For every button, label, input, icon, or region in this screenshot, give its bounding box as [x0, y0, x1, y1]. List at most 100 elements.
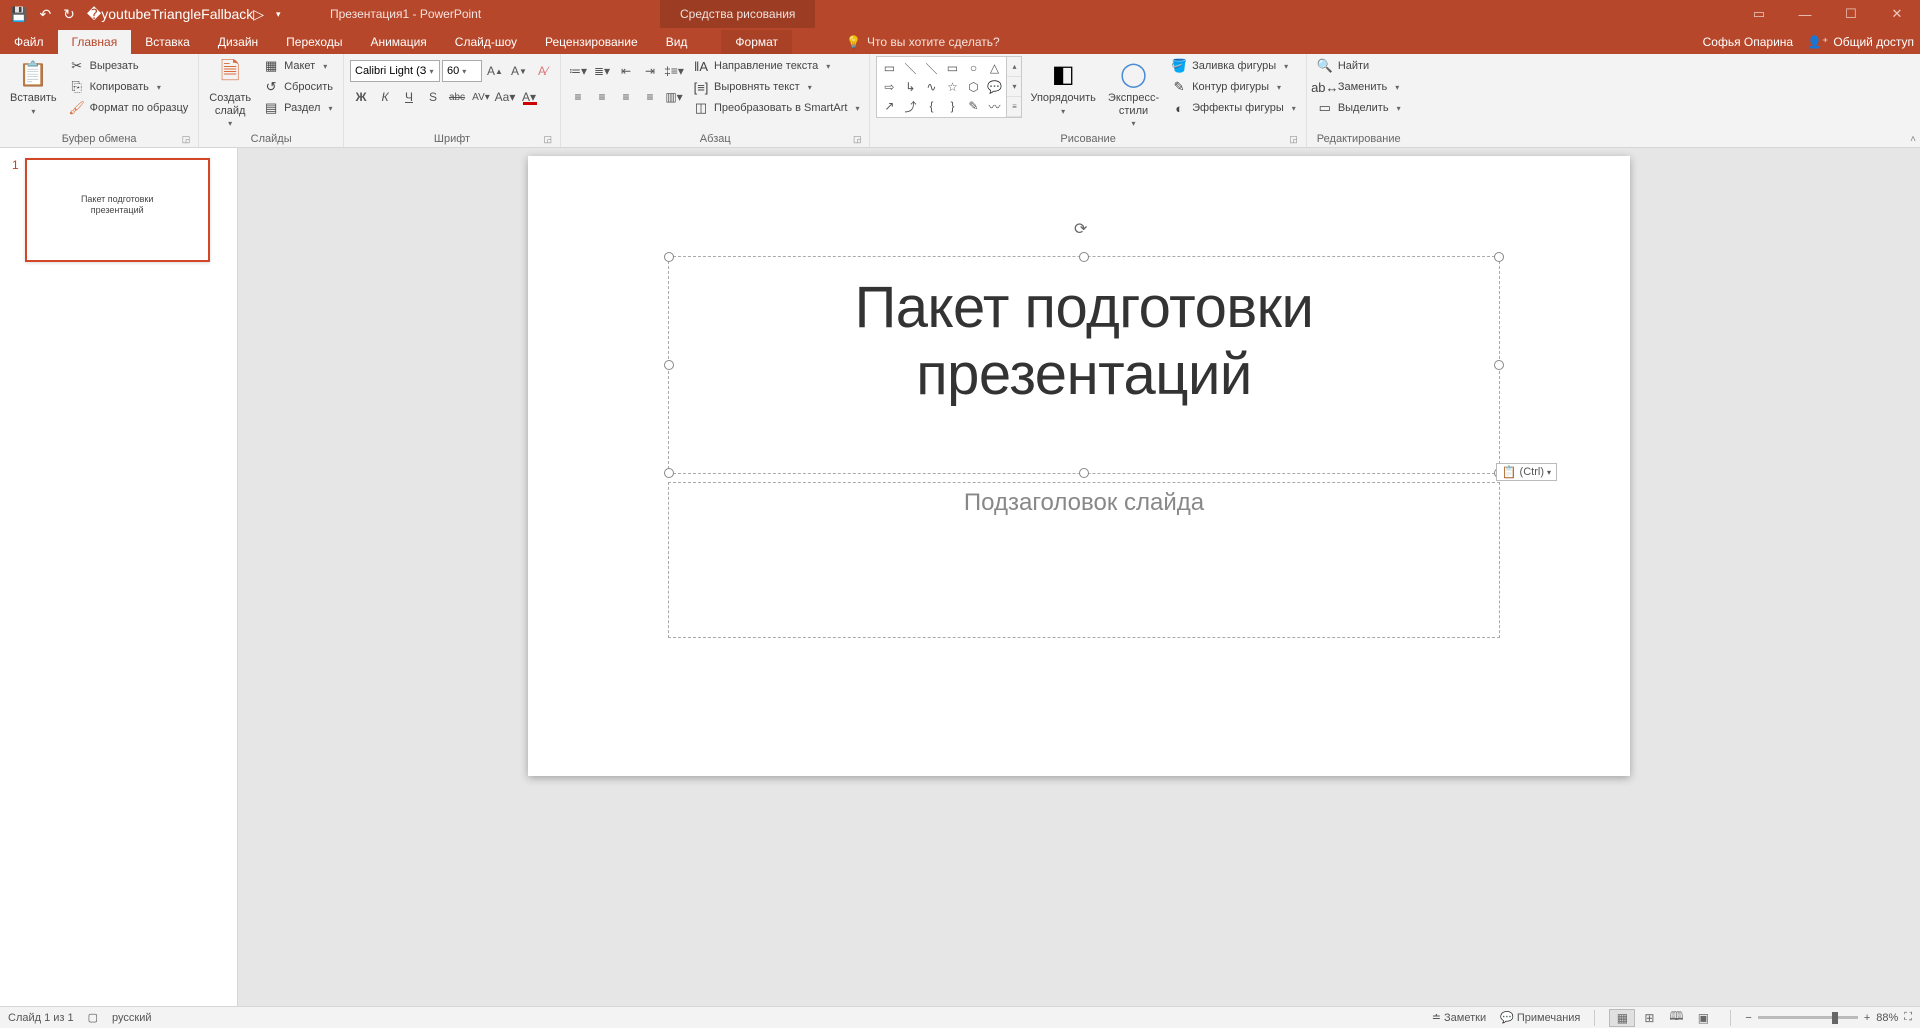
- drawing-launcher-icon[interactable]: ◲: [1289, 134, 1298, 145]
- underline-button[interactable]: Ч: [398, 86, 420, 108]
- minimize-icon[interactable]: —: [1782, 0, 1828, 28]
- shapes-gallery[interactable]: ▭＼＼▭○△ ⇨↳∿☆⬡💬 ↗⤴{}✎〰: [876, 56, 1007, 118]
- resize-handle[interactable]: [1079, 468, 1089, 478]
- rotate-handle-icon[interactable]: ⟳: [1074, 219, 1094, 239]
- gallery-up-icon[interactable]: ▴: [1007, 57, 1021, 77]
- subtitle-placeholder[interactable]: Подзаголовок слайда: [668, 482, 1500, 638]
- bullets-button[interactable]: ≔▾: [567, 60, 589, 82]
- zoom-in-button[interactable]: +: [1864, 1012, 1870, 1024]
- align-center-button[interactable]: ≡: [591, 86, 613, 108]
- resize-handle[interactable]: [1494, 360, 1504, 370]
- resize-handle[interactable]: [1494, 252, 1504, 262]
- shape-line-icon[interactable]: ＼: [900, 59, 920, 77]
- layout-button[interactable]: ▦Макет▾: [259, 56, 337, 76]
- arrange-button[interactable]: ◧ Упорядочить ▾: [1026, 56, 1099, 118]
- find-button[interactable]: 🔍Найти: [1313, 56, 1405, 76]
- italic-button[interactable]: К: [374, 86, 396, 108]
- format-painter-button[interactable]: 🖌Формат по образцу: [65, 98, 193, 118]
- font-name-combo[interactable]: Calibri Light (З▾: [350, 60, 440, 82]
- tab-format[interactable]: Формат: [721, 30, 792, 54]
- justify-button[interactable]: ≡: [639, 86, 661, 108]
- shape-textbox-icon[interactable]: ▭: [879, 59, 899, 77]
- shape-brace-r-icon[interactable]: }: [942, 97, 962, 115]
- tab-insert[interactable]: Вставка: [131, 30, 204, 54]
- section-button[interactable]: ▤Раздел▾: [259, 98, 337, 118]
- spellcheck-icon[interactable]: ▢: [88, 1011, 98, 1024]
- align-text-button[interactable]: [≡]Выровнять текст▾: [689, 77, 863, 97]
- share-button[interactable]: 👤⁺ Общий доступ: [1807, 35, 1914, 49]
- resize-handle[interactable]: [664, 252, 674, 262]
- paste-button[interactable]: 📋 Вставить ▾: [6, 56, 61, 118]
- zoom-out-button[interactable]: −: [1745, 1012, 1751, 1024]
- slideshow-view-icon[interactable]: ▣: [1690, 1009, 1716, 1027]
- zoom-slider[interactable]: [1758, 1016, 1858, 1019]
- bold-button[interactable]: Ж: [350, 86, 372, 108]
- shape-hex-icon[interactable]: ⬡: [963, 78, 983, 96]
- slide-subtitle-text[interactable]: Подзаголовок слайда: [669, 483, 1499, 517]
- title-placeholder[interactable]: ⟳ Пакет подготовки презентаций 📋 (Ctrl) …: [668, 256, 1500, 474]
- quick-styles-button[interactable]: ◯ Экспресс- стили ▾: [1104, 56, 1163, 130]
- tab-design[interactable]: Дизайн: [204, 30, 272, 54]
- shape-scribble-icon[interactable]: 〰: [984, 97, 1004, 115]
- align-left-button[interactable]: ≡: [567, 86, 589, 108]
- maximize-icon[interactable]: ☐: [1828, 0, 1874, 28]
- shape-connector2-icon[interactable]: ⤴: [900, 97, 920, 115]
- slide-thumbnail-1[interactable]: Пакет подготовки презентаций: [25, 158, 210, 262]
- zoom-percent[interactable]: 88%: [1876, 1012, 1898, 1024]
- resize-handle[interactable]: [664, 360, 674, 370]
- grow-font-button[interactable]: A▲: [484, 60, 506, 82]
- numbering-button[interactable]: ≣▾: [591, 60, 613, 82]
- cut-button[interactable]: ✂Вырезать: [65, 56, 193, 76]
- font-size-combo[interactable]: 60▾: [442, 60, 482, 82]
- shape-arrow-icon[interactable]: ⇨: [879, 78, 899, 96]
- slide-position[interactable]: Слайд 1 из 1: [8, 1012, 74, 1024]
- change-case-button[interactable]: Aa▾: [494, 86, 516, 108]
- gallery-more-icon[interactable]: ≡: [1007, 97, 1021, 117]
- replace-button[interactable]: ab↔Заменить▾: [1313, 77, 1405, 97]
- decrease-indent-button[interactable]: ⇤: [615, 60, 637, 82]
- fit-to-window-icon[interactable]: ⛶: [1904, 1011, 1912, 1024]
- shrink-font-button[interactable]: A▼: [508, 60, 530, 82]
- language-indicator[interactable]: русский: [112, 1012, 151, 1024]
- shape-elbow-icon[interactable]: ↳: [900, 78, 920, 96]
- align-right-button[interactable]: ≡: [615, 86, 637, 108]
- shape-callout-icon[interactable]: 💬: [984, 78, 1004, 96]
- shape-triangle-icon[interactable]: △: [984, 59, 1004, 77]
- notes-button[interactable]: ≐ Заметки: [1432, 1011, 1486, 1024]
- shape-curve-icon[interactable]: ∿: [921, 78, 941, 96]
- gallery-down-icon[interactable]: ▾: [1007, 77, 1021, 97]
- sorter-view-icon[interactable]: ⊞: [1636, 1009, 1662, 1027]
- reset-button[interactable]: ↺Сбросить: [259, 77, 337, 97]
- collapse-ribbon-icon[interactable]: ˄: [1910, 134, 1916, 145]
- tell-me-search[interactable]: 💡 Что вы хотите сделать?: [832, 30, 1014, 54]
- tab-home[interactable]: Главная: [58, 30, 132, 54]
- normal-view-icon[interactable]: ▦: [1609, 1009, 1635, 1027]
- tab-review[interactable]: Рецензирование: [531, 30, 652, 54]
- user-name[interactable]: Софья Опарина: [1703, 35, 1793, 49]
- line-spacing-button[interactable]: ‡≡▾: [663, 60, 685, 82]
- clipboard-launcher-icon[interactable]: ◲: [182, 134, 191, 145]
- redo-icon[interactable]: ↻: [63, 6, 75, 23]
- shape-effects-button[interactable]: ◐Эффекты фигуры▾: [1167, 98, 1300, 118]
- shape-rect-icon[interactable]: ▭: [942, 59, 962, 77]
- increase-indent-button[interactable]: ⇥: [639, 60, 661, 82]
- close-icon[interactable]: ✕: [1874, 0, 1920, 28]
- strikethrough-button[interactable]: abc: [446, 86, 468, 108]
- shape-fill-button[interactable]: 🪣Заливка фигуры▾: [1167, 56, 1300, 76]
- tab-transitions[interactable]: Переходы: [272, 30, 356, 54]
- resize-handle[interactable]: [664, 468, 674, 478]
- tab-view[interactable]: Вид: [652, 30, 702, 54]
- shape-brace-l-icon[interactable]: {: [921, 97, 941, 115]
- shape-outline-button[interactable]: ✎Контур фигуры▾: [1167, 77, 1300, 97]
- shape-connector-icon[interactable]: ↗: [879, 97, 899, 115]
- tab-file[interactable]: Файл: [0, 30, 58, 54]
- new-slide-button[interactable]: 🗎 Создать слайд ▾: [205, 56, 255, 130]
- font-launcher-icon[interactable]: ◲: [543, 134, 552, 145]
- text-shadow-button[interactable]: S: [422, 86, 444, 108]
- select-button[interactable]: ▭Выделить▾: [1313, 98, 1405, 118]
- tab-slideshow[interactable]: Слайд-шоу: [441, 30, 531, 54]
- convert-smartart-button[interactable]: ◫Преобразовать в SmartArt▾: [689, 98, 863, 118]
- paste-options-badge[interactable]: 📋 (Ctrl) ▾: [1496, 463, 1557, 481]
- qat-more-icon[interactable]: ▾: [276, 9, 281, 20]
- undo-icon[interactable]: ↶: [39, 6, 51, 23]
